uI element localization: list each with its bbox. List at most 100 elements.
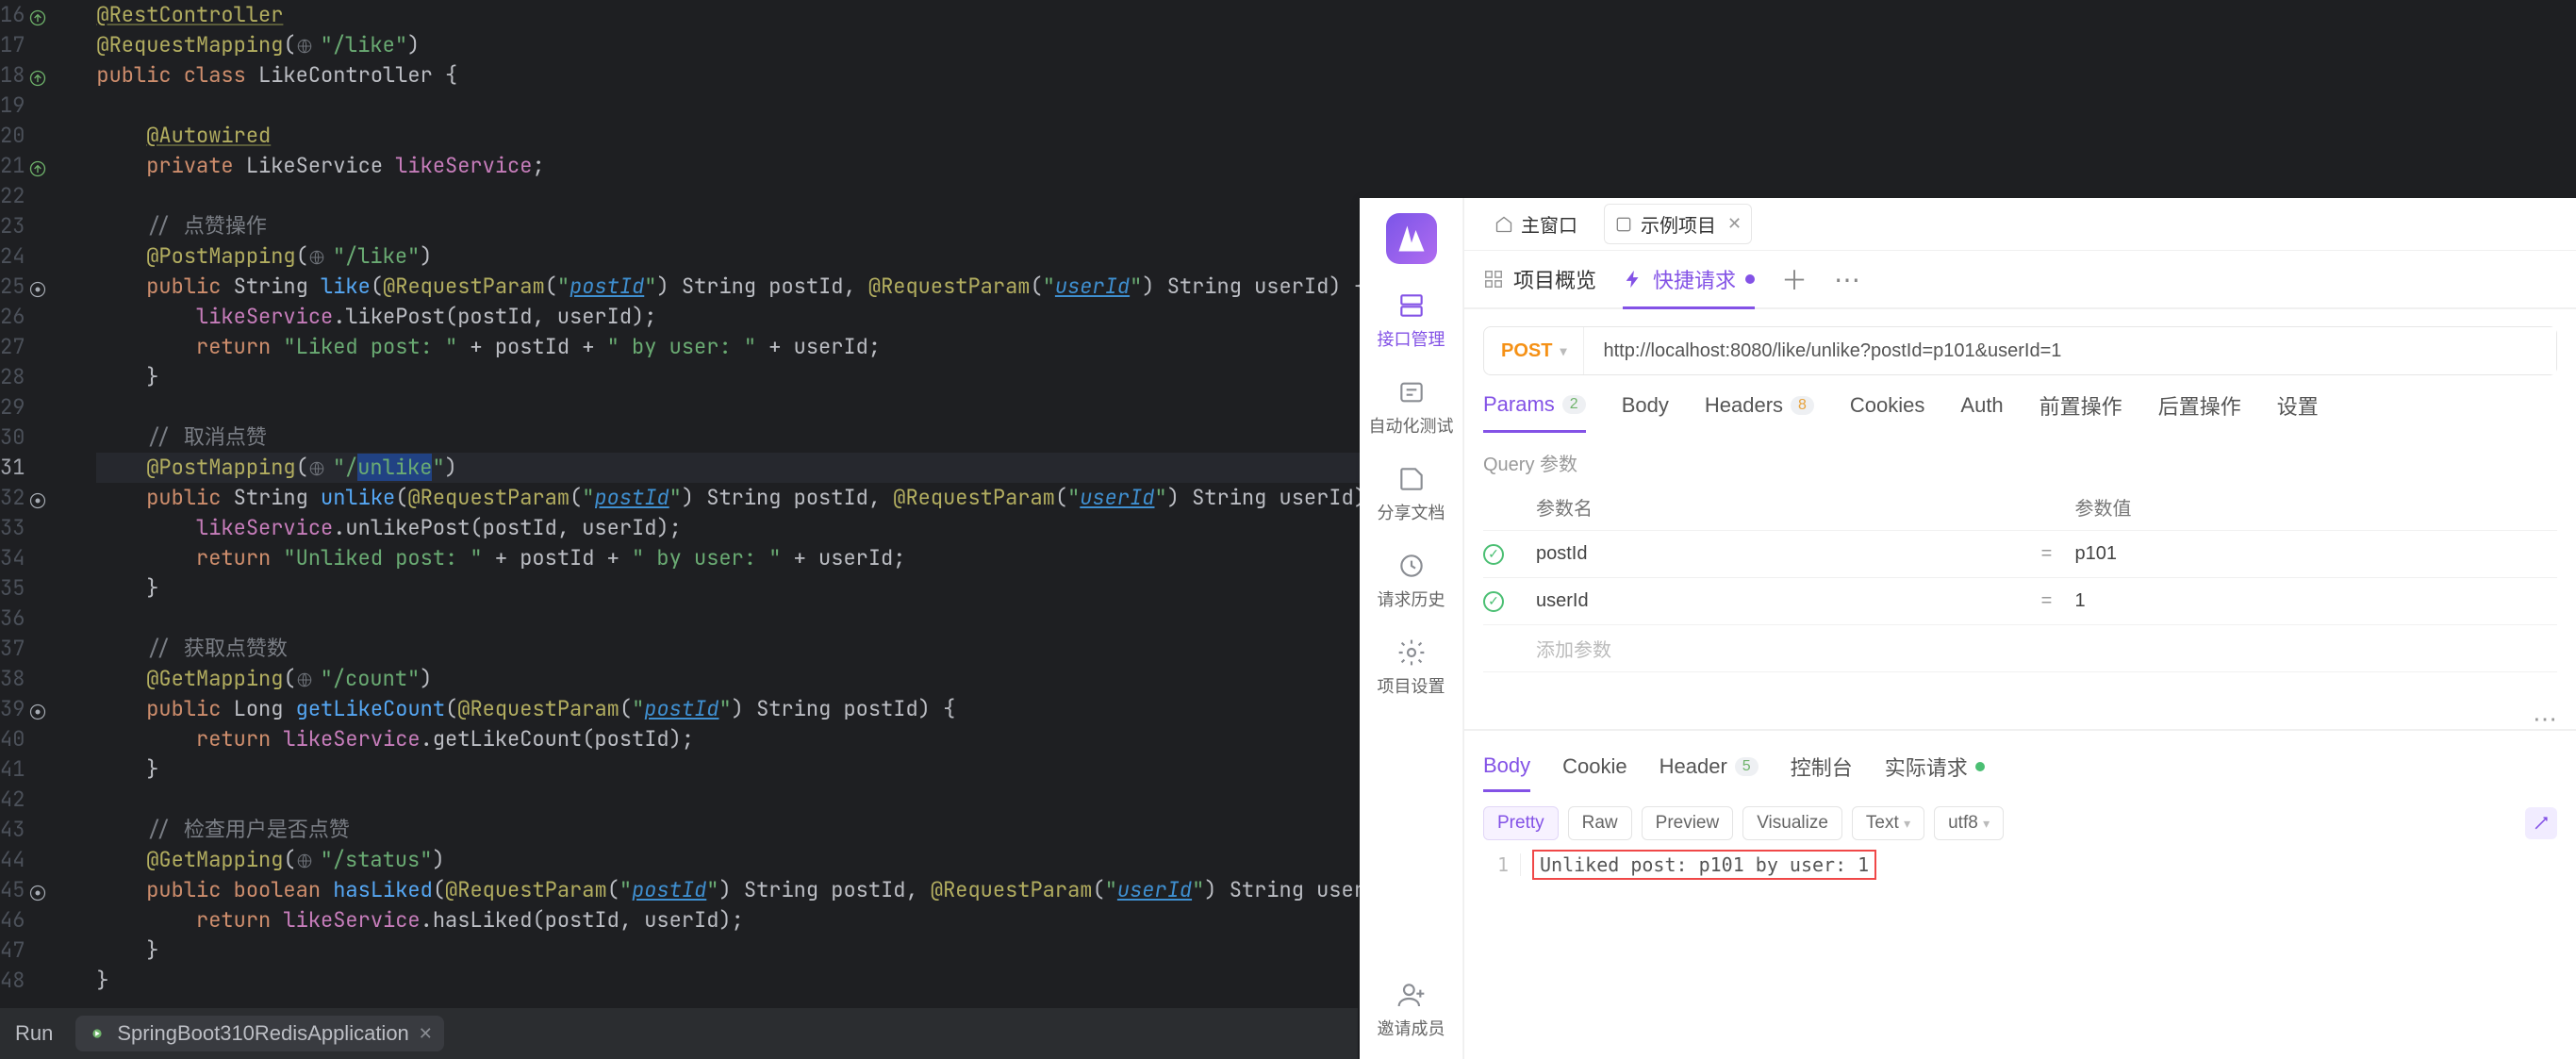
route-gutter-icon[interactable] [28,881,47,900]
code-line[interactable]: return likeService.getLikeCount(postId); [96,724,1428,754]
code-line[interactable]: public class LikeController { [96,60,1428,91]
seg-encoding[interactable]: utf8 ▾ [1934,806,2004,840]
globe-icon [296,667,313,684]
chevron-down-icon: ▾ [1904,816,1910,831]
param-name[interactable]: postId [1536,543,2019,565]
response-splitter[interactable]: ⋯ [1464,729,2576,744]
code-editor[interactable]: 1617181920212223242526272829303132333435… [0,0,1358,1007]
code-line[interactable]: @RequestMapping("/like") [96,30,1428,60]
code-line[interactable]: } [96,966,1428,996]
code-line[interactable]: public String like(@RequestParam("postId… [96,272,1428,302]
sidebar-item-automation-test[interactable]: 自动化测试 [1369,377,1454,438]
seg-visualize[interactable]: Visualize [1742,806,1842,840]
code-area[interactable]: @RestController@RequestMapping("/like")p… [49,0,1428,1007]
code-line[interactable]: @PostMapping("/unlike") [96,453,1428,483]
param-row[interactable]: ✓ postId=p101 [1483,531,2557,578]
code-line[interactable]: } [96,754,1428,785]
code-line[interactable] [96,91,1428,121]
seg-type[interactable]: Text ▾ [1852,806,1924,840]
param-add-row[interactable]: 添加参数 [1483,625,2557,672]
code-line[interactable]: private LikeService likeService; [96,151,1428,181]
method-select[interactable]: POST ▾ [1484,327,1584,374]
param-row[interactable]: ✓userId=1 [1483,578,2557,625]
code-line[interactable]: likeService.likePost(postId, userId); [96,302,1428,332]
reqtab-auth[interactable]: Auth [1960,393,2003,431]
tab-project-overview[interactable]: 项目概览 [1483,251,1596,307]
code-line[interactable]: return likeService.hasLiked(postId, user… [96,905,1428,935]
code-line[interactable]: @Autowired [96,121,1428,151]
reqtab-post[interactable]: 后置操作 [2158,390,2241,434]
sidebar-item-project-settings[interactable]: 项目设置 [1378,637,1445,698]
nav-up-gutter-icon[interactable] [28,6,47,25]
param-name[interactable]: userId [1536,590,2019,612]
reqtab-params[interactable]: Params 2 [1483,392,1586,433]
nav-up-gutter-icon[interactable] [28,66,47,85]
seg-pretty[interactable]: Pretty [1483,806,1559,840]
code-line[interactable]: public boolean hasLiked(@RequestParam("p… [96,875,1428,905]
code-line[interactable] [96,785,1428,815]
sidebar-item-api-management[interactable]: 接口管理 [1378,290,1445,351]
code-line[interactable]: } [96,935,1428,966]
code-line[interactable]: } [96,362,1428,392]
seg-raw[interactable]: Raw [1568,806,1632,840]
route-gutter-icon[interactable] [28,277,47,296]
code-line[interactable]: public String unlike(@RequestParam("post… [96,483,1428,513]
seg-preview[interactable]: Preview [1642,806,1734,840]
check-icon[interactable]: ✓ [1483,591,1504,612]
share-doc-icon [1396,464,1427,494]
status-dot-icon [1975,762,1985,771]
param-value[interactable]: 1 [2075,590,2558,612]
resptab-console[interactable]: 控制台 [1791,752,1853,793]
tab-add[interactable]: ＋ [1781,251,1808,307]
app-logo[interactable] [1386,213,1437,264]
run-tab-name: SpringBoot310RedisApplication [117,1021,408,1046]
sidebar-item-invite[interactable]: 邀请成员 [1378,980,1445,1040]
code-line[interactable]: @RestController [96,0,1428,30]
check-icon[interactable]: ✓ [1483,544,1504,565]
sidebar-item-share-doc[interactable]: 分享文档 [1378,464,1445,524]
tab-more[interactable]: ⋯ [1834,251,1860,307]
close-icon[interactable]: ✕ [1727,214,1742,234]
code-line[interactable] [96,181,1428,211]
param-value[interactable]: p101 [2075,543,2558,565]
reqtab-body[interactable]: Body [1622,393,1669,431]
run-label[interactable]: Run [15,1021,53,1046]
code-line[interactable]: // 点赞操作 [96,211,1428,241]
resptab-cookie[interactable]: Cookie [1562,754,1627,790]
code-line[interactable]: public Long getLikeCount(@RequestParam("… [96,694,1428,724]
code-line[interactable]: // 获取点赞数 [96,634,1428,664]
route-gutter-icon[interactable] [28,488,47,507]
code-line[interactable]: // 取消点赞 [96,422,1428,453]
topbar-main-window[interactable]: 主窗口 [1485,205,1587,243]
code-line[interactable]: @PostMapping("/like") [96,241,1428,272]
code-line[interactable]: likeService.unlikePost(postId, userId); [96,513,1428,543]
code-line[interactable]: @GetMapping("/count") [96,664,1428,694]
code-line[interactable] [96,604,1428,634]
code-line[interactable]: // 检查用户是否点赞 [96,815,1428,845]
route-gutter-icon[interactable] [28,700,47,719]
reqtab-pre[interactable]: 前置操作 [2039,390,2122,434]
reqtab-cookies[interactable]: Cookies [1850,393,1924,431]
reqtab-settings[interactable]: 设置 [2277,390,2319,434]
code-line[interactable]: return "Unliked post: " + postId + " by … [96,543,1428,573]
response-body[interactable]: 1 Unliked post: p101 by user: 1 [1483,853,2557,876]
resptab-body[interactable]: Body [1483,753,1530,792]
tab-quick-request[interactable]: 快捷请求 [1623,251,1755,307]
api-main: 主窗口 示例项目 ✕ 项目概览 快捷请求 ＋ [1463,198,2576,1059]
equals-label: = [2019,543,2075,565]
code-line[interactable]: return "Liked post: " + postId + " by us… [96,332,1428,362]
url-input[interactable] [1584,327,2556,374]
code-line[interactable]: @GetMapping("/status") [96,845,1428,875]
code-line[interactable] [96,392,1428,422]
close-icon[interactable]: ✕ [419,1024,433,1044]
magic-wand-button[interactable] [2525,807,2557,839]
sidebar-item-history[interactable]: 请求历史 [1378,551,1445,611]
run-tab[interactable]: SpringBoot310RedisApplication ✕ [75,1016,444,1051]
reqtab-headers[interactable]: Headers 8 [1705,393,1814,431]
resptab-header[interactable]: Header 5 [1660,754,1759,790]
nav-up-gutter-icon[interactable] [28,157,47,175]
code-line[interactable]: } [96,573,1428,604]
resptab-actual[interactable]: 实际请求 [1885,752,1985,793]
more-icon[interactable]: ⋯ [2533,704,2557,734]
topbar-example-project-tab[interactable]: 示例项目 ✕ [1604,204,1752,244]
